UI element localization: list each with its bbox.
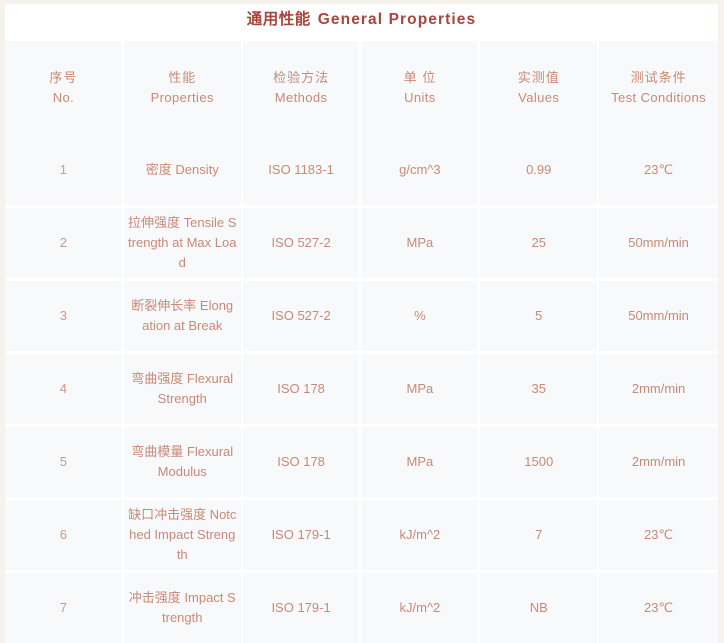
cell-properties: 冲击强度 Impact Strength <box>123 573 243 643</box>
cell-value: 1500 <box>480 427 600 500</box>
cell-method: ISO 527-2 <box>242 208 362 281</box>
column-header-units-en: Units <box>404 90 436 105</box>
cell-no: 5 <box>5 427 124 500</box>
column-header-properties: 性能 Properties <box>123 41 243 135</box>
column-header-no: 序号 No. <box>5 41 124 135</box>
general-properties-table: 通用性能 General Properties 序号 No. 性能 Propert… <box>5 4 718 643</box>
cell-method: ISO 1183-1 <box>242 135 362 208</box>
column-header-values-cn: 实测值 <box>517 69 560 85</box>
column-header-test-conditions: 测试条件 Test Conditions <box>599 41 718 135</box>
cell-value: 25 <box>480 208 600 281</box>
cell-method: ISO 179-1 <box>242 573 362 643</box>
table-title-en: General Properties <box>317 11 477 29</box>
cell-no: 2 <box>5 208 124 281</box>
column-header-no-en: No. <box>52 90 75 105</box>
table-title-cell: 通用性能 General Properties <box>5 4 718 41</box>
cell-properties: 拉伸强度 Tensile Strength at Max Load <box>123 208 243 281</box>
cell-method: ISO 179-1 <box>242 500 362 573</box>
table-title-cn: 通用性能 <box>246 11 311 29</box>
column-header-methods-cn: 检验方法 <box>273 69 330 85</box>
cell-condition: 23℃ <box>599 135 718 208</box>
cell-condition: 2mm/min <box>599 427 718 500</box>
table-title-row: 通用性能 General Properties <box>5 4 718 41</box>
cell-properties: 弯曲强度 Flexural Strength <box>123 354 243 427</box>
cell-properties: 密度 Density <box>123 135 243 208</box>
table-row: 5 弯曲模量 Flexural Modulus ISO 178 MPa 1500… <box>5 427 718 500</box>
cell-unit: kJ/m^2 <box>361 500 481 573</box>
table-row: 7 冲击强度 Impact Strength ISO 179-1 kJ/m^2 … <box>5 573 718 643</box>
column-header-units-cn: 单 位 <box>403 69 437 85</box>
cell-unit: MPa <box>361 208 481 281</box>
table-header-row: 序号 No. 性能 Properties 检验方法 Methods 单 位 Un… <box>5 41 718 135</box>
cell-value: 35 <box>480 354 600 427</box>
cell-value: 0.99 <box>480 135 600 208</box>
table-body: 1 密度 Density ISO 1183-1 g/cm^3 0.99 23℃ … <box>5 135 718 643</box>
cell-unit: g/cm^3 <box>361 135 481 208</box>
table-row: 2 拉伸强度 Tensile Strength at Max Load ISO … <box>5 208 718 281</box>
column-header-test-conditions-cn: 测试条件 <box>630 69 687 85</box>
table-head: 通用性能 General Properties 序号 No. 性能 Propert… <box>5 4 718 135</box>
cell-properties: 断裂伸长率 Elongation at Break <box>123 281 243 354</box>
column-header-test-conditions-en: Test Conditions <box>611 90 707 105</box>
cell-method: ISO 178 <box>242 427 362 500</box>
cell-unit: MPa <box>361 354 481 427</box>
properties-table-container: 通用性能 General Properties 序号 No. 性能 Propert… <box>5 4 718 643</box>
cell-unit: % <box>361 281 481 354</box>
cell-value: 5 <box>480 281 600 354</box>
cell-no: 1 <box>5 135 124 208</box>
page-container: 通用性能 General Properties 序号 No. 性能 Propert… <box>0 0 724 643</box>
table-row: 1 密度 Density ISO 1183-1 g/cm^3 0.99 23℃ <box>5 135 718 208</box>
cell-value: 7 <box>480 500 600 573</box>
table-row: 6 缺口冲击强度 Notched Impact Strength ISO 179… <box>5 500 718 573</box>
cell-properties: 缺口冲击强度 Notched Impact Strength <box>123 500 243 573</box>
column-header-properties-cn: 性能 <box>168 69 197 85</box>
cell-value: NB <box>480 573 600 643</box>
cell-no: 3 <box>5 281 124 354</box>
table-row: 3 断裂伸长率 Elongation at Break ISO 527-2 % … <box>5 281 718 354</box>
column-header-no-cn: 序号 <box>49 69 78 85</box>
cell-method: ISO 527-2 <box>242 281 362 354</box>
cell-condition: 23℃ <box>599 500 718 573</box>
cell-no: 6 <box>5 500 124 573</box>
cell-no: 4 <box>5 354 124 427</box>
column-header-values: 实测值 Values <box>480 41 600 135</box>
cell-condition: 23℃ <box>599 573 718 643</box>
column-header-properties-en: Properties <box>150 90 214 105</box>
column-header-methods-en: Methods <box>274 90 328 105</box>
cell-condition: 50mm/min <box>599 208 718 281</box>
cell-method: ISO 178 <box>242 354 362 427</box>
cell-properties: 弯曲模量 Flexural Modulus <box>123 427 243 500</box>
column-header-units: 单 位 Units <box>361 41 481 135</box>
table-title: 通用性能 General Properties <box>247 11 477 28</box>
cell-no: 7 <box>5 573 124 643</box>
table-row: 4 弯曲强度 Flexural Strength ISO 178 MPa 35 … <box>5 354 718 427</box>
cell-unit: kJ/m^2 <box>361 573 481 643</box>
column-header-values-en: Values <box>518 90 560 105</box>
cell-unit: MPa <box>361 427 481 500</box>
column-header-methods: 检验方法 Methods <box>242 41 362 135</box>
cell-condition: 2mm/min <box>599 354 718 427</box>
cell-condition: 50mm/min <box>599 281 718 354</box>
